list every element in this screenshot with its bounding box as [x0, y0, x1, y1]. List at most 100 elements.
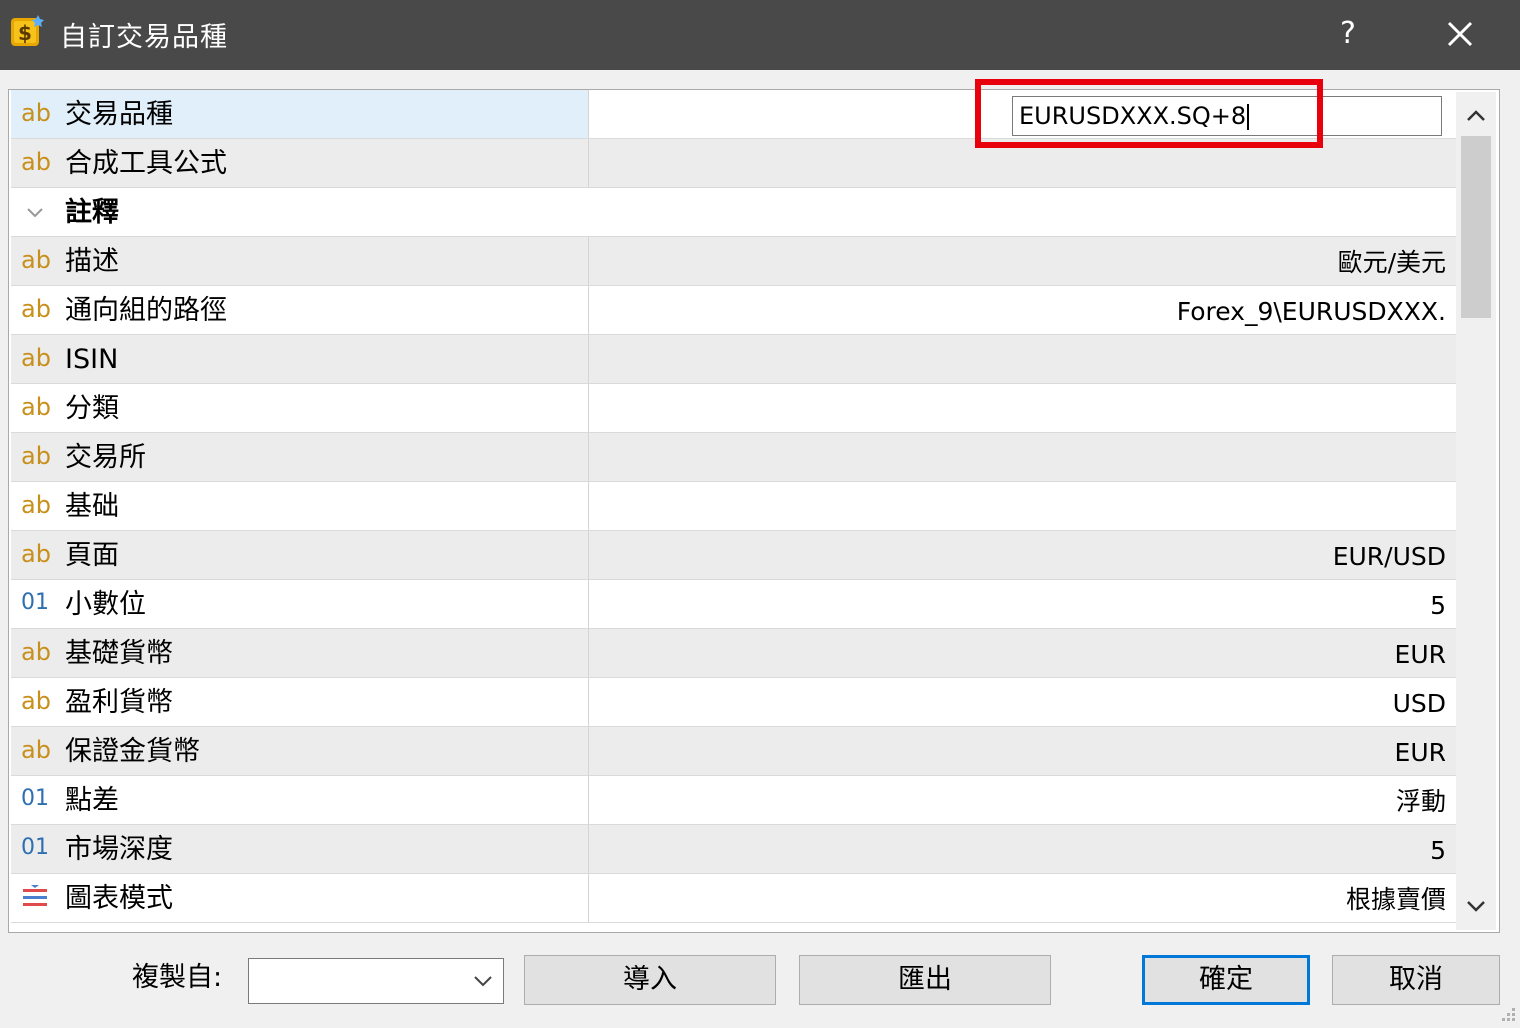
- property-value: Forex_9\EURUSDXXX.: [1176, 297, 1446, 326]
- property-name-cell[interactable]: ab 通向組的路徑: [11, 286, 587, 334]
- property-row[interactable]: ab 基础: [11, 482, 1456, 531]
- property-value: 5: [1430, 836, 1446, 865]
- property-row[interactable]: ab 盈利貨幣 USD: [11, 678, 1456, 727]
- svg-text:$: $: [18, 21, 32, 45]
- property-value: USD: [1392, 689, 1446, 718]
- property-row[interactable]: ab 通向組的路徑 Forex_9\EURUSDXXX.: [11, 286, 1456, 335]
- property-row[interactable]: ab 基礎貨幣 EUR: [11, 629, 1456, 678]
- export-button[interactable]: 匯出: [799, 955, 1051, 1005]
- property-value-cell[interactable]: 5: [588, 580, 1456, 628]
- property-grid: ab 交易品種 ab 合成工具公式 註釋 ab 描述 歐元/美元 ab 通向組的路徑 Forex_9…: [8, 89, 1500, 933]
- text-type-icon: ab: [21, 491, 51, 519]
- property-label: 交易所: [65, 442, 146, 473]
- property-value-cell[interactable]: EUR: [588, 727, 1456, 775]
- property-name-cell[interactable]: ab 合成工具公式: [11, 139, 587, 187]
- text-type-icon: ab: [21, 295, 51, 323]
- text-type-icon: ab: [21, 442, 51, 470]
- property-name-cell[interactable]: 01 點差: [11, 776, 587, 824]
- text-type-icon: ab: [21, 344, 51, 372]
- copy-from-select[interactable]: [248, 958, 504, 1004]
- property-row[interactable]: 01 市場深度 5: [11, 825, 1456, 874]
- property-label: 頁面: [65, 540, 119, 571]
- property-name-cell[interactable]: ab 交易品種: [11, 90, 587, 138]
- property-label: 盈利貨幣: [65, 687, 173, 718]
- property-name-cell[interactable]: 圖表模式: [11, 874, 587, 922]
- number-type-icon: 01: [21, 786, 49, 811]
- property-value-cell[interactable]: EUR: [588, 629, 1456, 677]
- section-header[interactable]: 註釋: [11, 188, 1456, 237]
- property-label: 描述: [65, 246, 119, 277]
- resize-grip-icon[interactable]: [1494, 1004, 1518, 1026]
- number-type-icon: 01: [21, 835, 49, 860]
- close-icon[interactable]: [1432, 8, 1488, 60]
- property-name-cell[interactable]: ab 基础: [11, 482, 587, 530]
- property-value-cell[interactable]: [588, 384, 1456, 432]
- title-bar: $ 自訂交易品種 ?: [0, 0, 1520, 70]
- property-name-cell[interactable]: 01 市場深度: [11, 825, 587, 873]
- property-name-cell[interactable]: ab 分類: [11, 384, 587, 432]
- property-row[interactable]: ab 頁面 EUR/USD: [11, 531, 1456, 580]
- property-row[interactable]: ab ISIN: [11, 335, 1456, 384]
- text-type-icon: ab: [21, 638, 51, 666]
- property-value-cell[interactable]: [588, 335, 1456, 383]
- property-row[interactable]: ab 保證金貨幣 EUR: [11, 727, 1456, 776]
- property-name-cell[interactable]: 01 小數位: [11, 580, 587, 628]
- text-type-icon: ab: [21, 736, 51, 764]
- property-name-cell[interactable]: ab 描述: [11, 237, 587, 285]
- property-value-cell[interactable]: EUR/USD: [588, 531, 1456, 579]
- property-label: 通向組的路徑: [65, 295, 227, 326]
- help-button[interactable]: ?: [1320, 8, 1376, 60]
- property-name-cell[interactable]: ab 交易所: [11, 433, 587, 481]
- property-name-cell[interactable]: ab 保證金貨幣: [11, 727, 587, 775]
- property-row[interactable]: 01 點差 浮動: [11, 776, 1456, 825]
- property-value-cell[interactable]: 歐元/美元: [588, 237, 1456, 285]
- property-name-cell[interactable]: ab 基礎貨幣: [11, 629, 587, 677]
- property-value: EUR: [1394, 640, 1446, 669]
- property-row[interactable]: ab 描述 歐元/美元: [11, 237, 1456, 286]
- chevron-down-icon[interactable]: [1464, 894, 1488, 918]
- chevron-down-icon[interactable]: [25, 202, 45, 222]
- dollar-app-icon: $: [11, 15, 44, 46]
- property-label: ISIN: [65, 344, 119, 375]
- chevron-down-icon: [474, 976, 492, 987]
- property-value-cell[interactable]: 5: [588, 825, 1456, 873]
- property-value: 5: [1430, 591, 1446, 620]
- property-value-cell[interactable]: 浮動: [588, 776, 1456, 824]
- property-name-cell[interactable]: ab ISIN: [11, 335, 587, 383]
- number-type-icon: 01: [21, 590, 49, 615]
- chevron-up-icon[interactable]: [1464, 104, 1488, 128]
- ok-button[interactable]: 確定: [1142, 955, 1310, 1005]
- property-row[interactable]: ab 分類: [11, 384, 1456, 433]
- property-name-cell[interactable]: ab 頁面: [11, 531, 587, 579]
- property-value: 浮動: [1395, 787, 1446, 816]
- property-value-cell[interactable]: USD: [588, 678, 1456, 726]
- text-type-icon: ab: [21, 540, 51, 568]
- text-type-icon: ab: [21, 246, 51, 274]
- property-name-cell[interactable]: ab 盈利貨幣: [11, 678, 587, 726]
- property-row[interactable]: 01 小數位 5: [11, 580, 1456, 629]
- property-value-cell[interactable]: 根據賣價: [588, 874, 1456, 922]
- property-value-cell[interactable]: [588, 482, 1456, 530]
- property-value-cell[interactable]: Forex_9\EURUSDXXX.: [588, 286, 1456, 334]
- property-label: 點差: [65, 785, 119, 816]
- list-type-icon: [23, 885, 47, 906]
- cancel-button[interactable]: 取消: [1332, 955, 1500, 1005]
- vertical-scrollbar[interactable]: [1456, 92, 1496, 930]
- text-type-icon: ab: [21, 393, 51, 421]
- property-label: 交易品種: [65, 99, 173, 130]
- property-value: 歐元/美元: [1337, 248, 1446, 277]
- text-type-icon: ab: [21, 99, 51, 127]
- property-label: 保證金貨幣: [65, 736, 200, 767]
- property-row[interactable]: 圖表模式 根據賣價: [11, 874, 1456, 923]
- property-value: EUR: [1394, 738, 1446, 767]
- property-label: 基础: [65, 491, 119, 522]
- import-button[interactable]: 導入: [524, 955, 776, 1005]
- scrollbar-thumb[interactable]: [1461, 136, 1491, 318]
- property-value-cell[interactable]: [588, 433, 1456, 481]
- copy-from-label: 複製自:: [132, 962, 223, 993]
- window-title: 自訂交易品種: [60, 22, 228, 53]
- property-row[interactable]: ab 交易所: [11, 433, 1456, 482]
- property-label: 合成工具公式: [65, 148, 227, 179]
- property-label: 圖表模式: [65, 883, 173, 914]
- text-type-icon: ab: [21, 687, 51, 715]
